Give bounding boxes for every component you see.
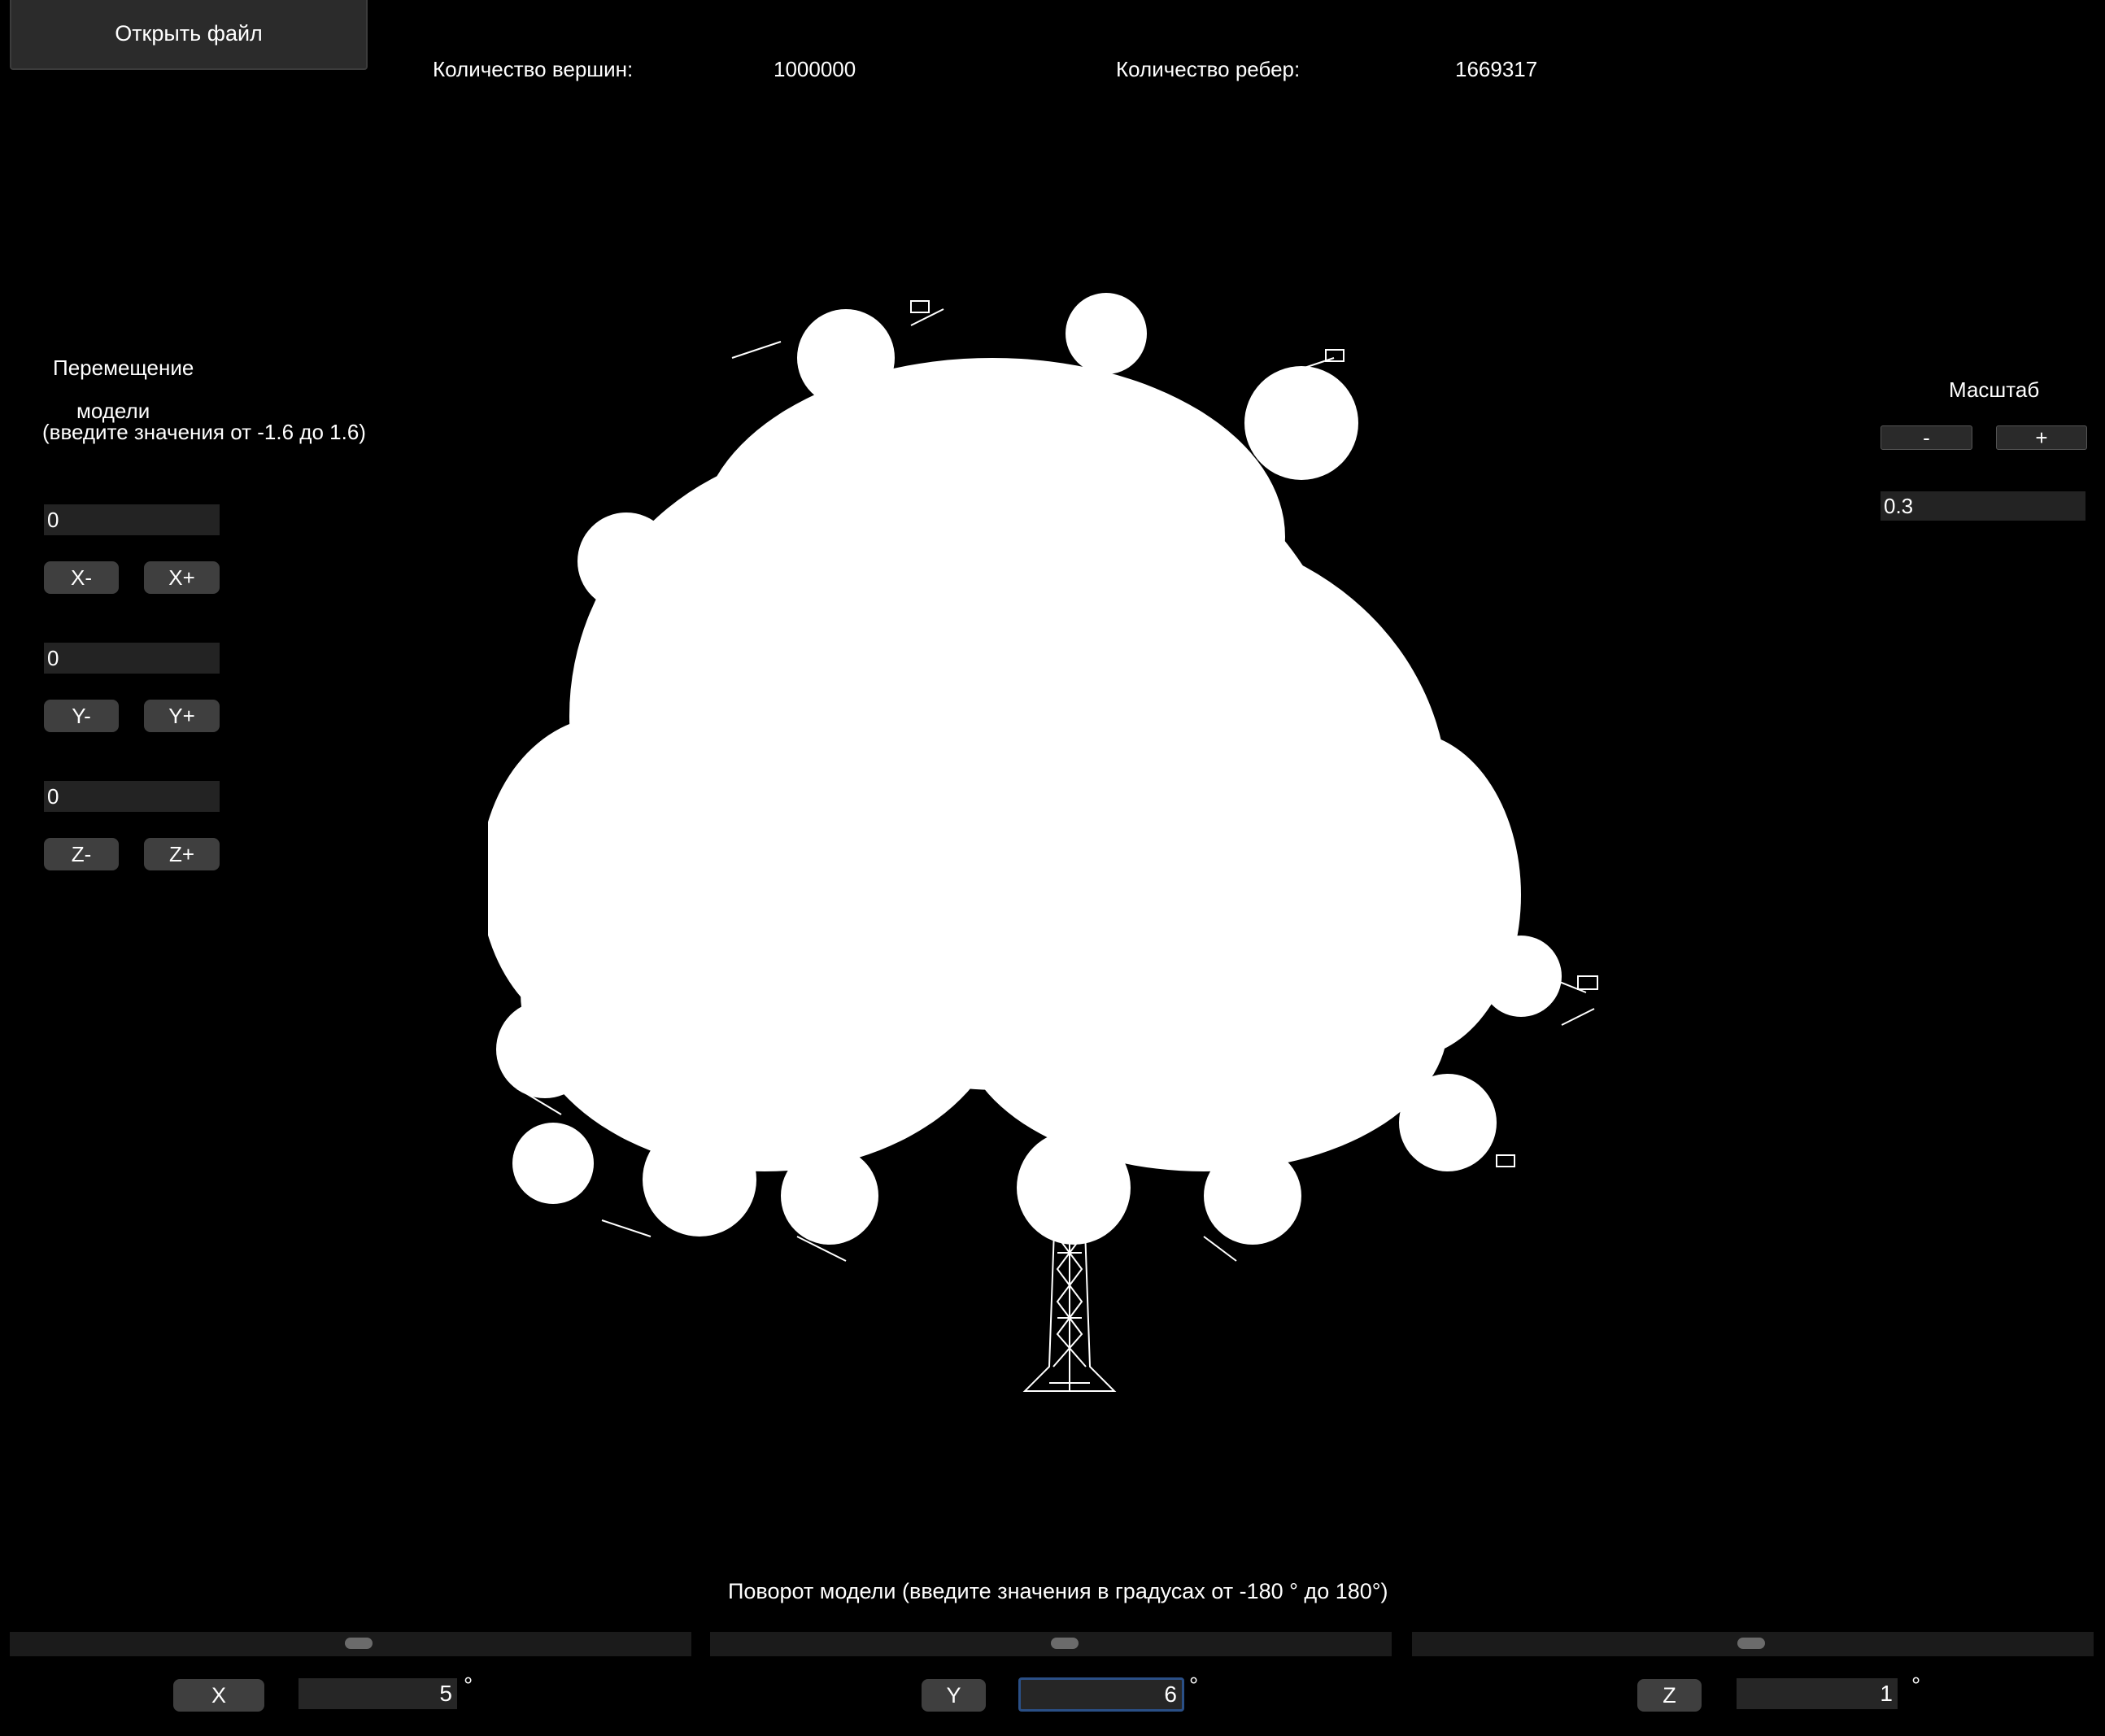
translate-x-input[interactable]	[44, 504, 220, 535]
rotate-x-button[interactable]: X	[173, 1679, 264, 1712]
edges-count-label: Количество ребер:	[1116, 57, 1301, 81]
rotation-x-slider[interactable]	[10, 1632, 691, 1656]
rotate-z-input[interactable]	[1737, 1678, 1898, 1709]
translation-hint: (введите значения от -1.6 до 1.6)	[42, 420, 366, 444]
model-viewport[interactable]	[488, 293, 1627, 1399]
edges-count-value: 1669317	[1455, 57, 1538, 81]
rotate-y-input[interactable]	[1018, 1677, 1184, 1712]
tree-canopy	[488, 293, 1562, 1245]
translate-y-plus-button[interactable]: Y+	[144, 700, 220, 732]
translate-y-minus-button[interactable]: Y-	[44, 700, 119, 732]
scale-title: Масштаб	[1949, 377, 2040, 402]
scale-plus-button[interactable]: +	[1996, 425, 2087, 450]
translate-x-minus-button[interactable]: X-	[44, 561, 119, 594]
translate-x-plus-button[interactable]: X+	[144, 561, 220, 594]
rotate-y-button[interactable]: Y	[922, 1679, 986, 1712]
translate-z-plus-button[interactable]: Z+	[144, 838, 220, 870]
scale-minus-button[interactable]: -	[1881, 425, 1972, 450]
scale-input[interactable]	[1881, 491, 2085, 521]
rotate-x-degree-symbol: °	[464, 1673, 473, 1698]
rotation-y-slider-thumb[interactable]	[1051, 1638, 1079, 1649]
rotation-x-slider-thumb[interactable]	[345, 1638, 373, 1649]
rotation-z-slider[interactable]	[1412, 1632, 2094, 1656]
rotate-z-degree-symbol: °	[1911, 1673, 1921, 1698]
rotation-title: Поворот модели (введите значения в граду…	[728, 1579, 1388, 1603]
vertices-count-label: Количество вершин:	[433, 57, 634, 81]
rotate-x-input[interactable]	[299, 1678, 457, 1709]
translate-z-input[interactable]	[44, 781, 220, 812]
rotate-z-button[interactable]: Z	[1637, 1679, 1702, 1712]
translation-title: Перемещение	[53, 355, 194, 380]
rotation-z-slider-thumb[interactable]	[1737, 1638, 1765, 1649]
translate-z-minus-button[interactable]: Z-	[44, 838, 119, 870]
rotation-y-slider[interactable]	[710, 1632, 1392, 1656]
vertices-count-value: 1000000	[774, 57, 856, 81]
translate-y-input[interactable]	[44, 643, 220, 674]
open-file-button[interactable]: Открыть файл	[10, 0, 368, 70]
rotate-y-degree-symbol: °	[1189, 1673, 1199, 1698]
